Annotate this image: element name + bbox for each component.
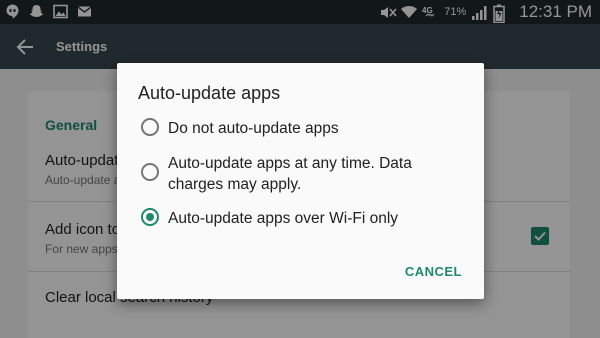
- option-do-not-auto-update[interactable]: Do not auto-update apps: [141, 118, 468, 139]
- option-auto-update-any-time[interactable]: Auto-update apps at any time. Data charg…: [141, 153, 468, 195]
- radio-button-selected[interactable]: [141, 208, 159, 226]
- option-label: Auto-update apps over Wi-Fi only: [168, 210, 399, 227]
- radio-button[interactable]: [141, 163, 159, 181]
- radio-button[interactable]: [141, 118, 159, 136]
- option-label: Auto-update apps at any time. Data charg…: [168, 155, 412, 193]
- dialog-title: Auto-update apps: [138, 83, 281, 103]
- option-label: Do not auto-update apps: [168, 120, 339, 137]
- cancel-button[interactable]: CANCEL: [405, 264, 462, 279]
- auto-update-dialog: Auto-update apps Do not auto-update apps…: [117, 63, 484, 299]
- option-auto-update-wifi-only[interactable]: Auto-update apps over Wi-Fi only: [141, 208, 468, 229]
